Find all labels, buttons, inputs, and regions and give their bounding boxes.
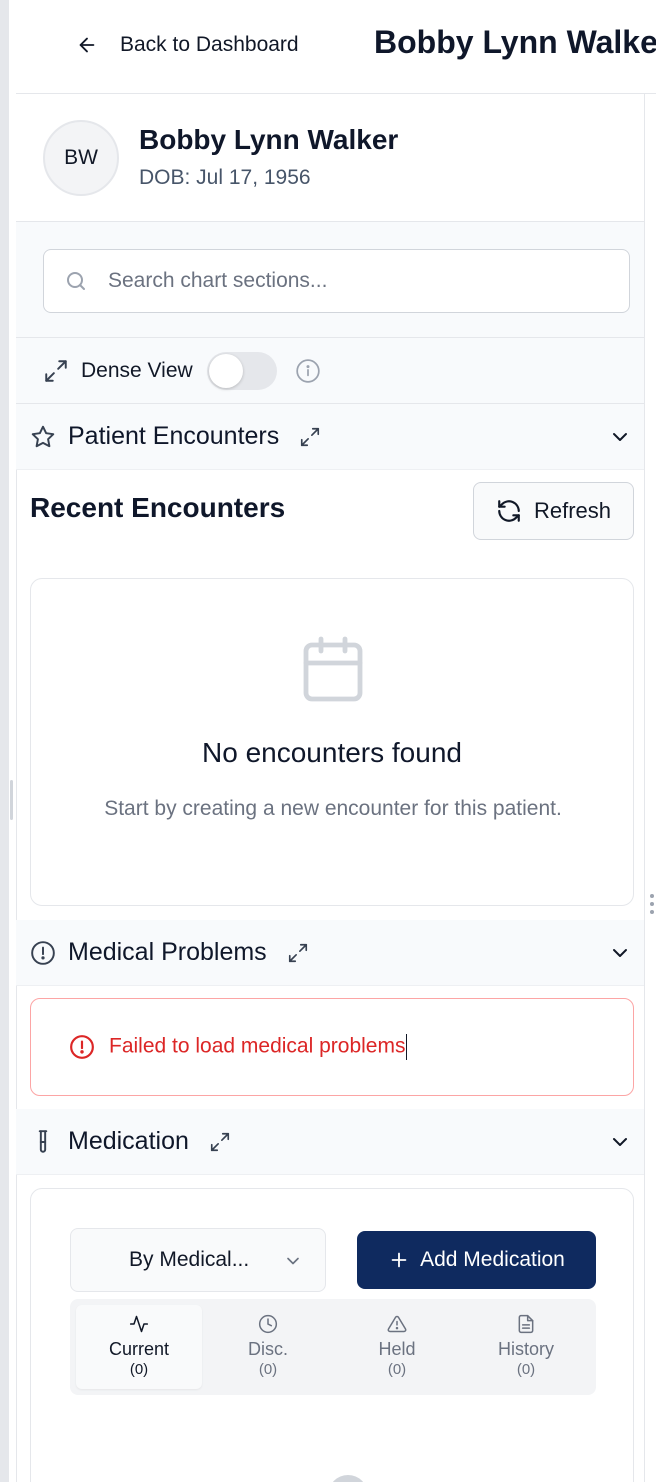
text-cursor [406,1034,408,1060]
refresh-button[interactable]: Refresh [473,482,634,540]
back-label: Back to Dashboard [120,33,299,56]
arrow-left-icon [79,37,95,53]
toggle-knob [208,353,243,388]
tab-count: (0) [516,1361,536,1378]
section-header-medication[interactable]: Medication [16,1109,644,1175]
empty-text: Start by creating a new encounter for th… [104,797,562,820]
search-icon [67,272,85,290]
add-medication-label: Add Medication [420,1248,565,1271]
star-icon [31,425,55,447]
tab-label: Held [378,1339,416,1359]
tab-history[interactable]: History (0) [463,1305,589,1389]
top-bar: Back to Dashboard Bobby Lynn Walker [16,0,656,94]
plus-icon [391,1252,407,1268]
chevron-down-icon [287,1257,299,1265]
alert-circle-icon [31,940,55,965]
expand-icon [45,359,67,382]
section-title: Medication [68,1127,189,1155]
recent-encounters-title: Recent Encounters [30,492,286,523]
error-icon [70,1035,94,1059]
group-by-value: By Medical... [129,1248,250,1271]
tab-count: (0) [129,1361,149,1378]
search-input[interactable] [108,269,588,293]
patient-header: BW Bobby Lynn Walker DOB: Jul 17, 1956 [16,94,644,222]
clock-icon [258,1314,278,1334]
tab-label: Disc. [248,1339,288,1359]
section-title: Medical Problems [68,938,267,966]
document-icon [518,1314,534,1334]
section-header-medical-problems[interactable]: Medical Problems [16,920,644,986]
refresh-icon [498,500,520,522]
add-medication-button[interactable]: Add Medication [357,1231,596,1289]
resize-handle[interactable] [10,780,13,820]
chevron-down-icon[interactable] [608,941,632,965]
avatar: BW [43,120,119,196]
search-box [43,249,630,313]
test-tube-icon [38,1129,48,1153]
tab-held[interactable]: Held (0) [334,1305,460,1389]
patient-name: Bobby Lynn Walker [139,124,399,155]
back-to-dashboard-link[interactable]: Back to Dashboard [76,28,299,62]
scrollbar-track[interactable] [644,94,656,1482]
error-text: Failed to load medical problems [109,1034,406,1058]
dense-view-label: Dense View [81,358,193,382]
error-alert: Failed to load medical problems [30,998,634,1096]
search-area [16,222,644,338]
error-message: Failed to load medical problems [109,1034,408,1060]
activity-icon [129,1315,149,1333]
empty-title: No encounters found [202,737,462,768]
calendar-icon [303,636,363,702]
tab-count: (0) [387,1361,407,1378]
tab-count: (0) [258,1361,278,1378]
drag-handle-icon[interactable] [650,894,654,914]
refresh-label: Refresh [533,498,612,523]
chevron-down-icon[interactable] [608,425,632,449]
tab-label: Current [108,1339,170,1359]
tab-discontinued[interactable]: Disc. (0) [205,1305,331,1389]
page-title: Bobby Lynn Walker [374,24,656,60]
medication-card: By Medical... Add Medication Current (0)… [30,1188,634,1482]
tab-current[interactable]: Current (0) [76,1305,202,1389]
patient-dob: DOB: Jul 17, 1956 [139,166,311,189]
tab-label: History [497,1339,554,1359]
section-header-encounters[interactable]: Patient Encounters [16,404,644,470]
info-icon[interactable] [295,358,321,384]
group-by-select[interactable]: By Medical... [70,1228,326,1292]
left-rail [0,0,9,1482]
empty-encounters-card: No encounters found Start by creating a … [30,578,634,906]
dense-view-row: Dense View [16,338,644,404]
chevron-down-icon[interactable] [608,1130,632,1154]
expand-icon[interactable] [299,426,321,448]
expand-icon[interactable] [287,942,309,964]
dense-view-toggle[interactable] [206,351,277,390]
medication-tabs: Current (0) Disc. (0) Held (0) History (… [70,1299,596,1395]
expand-icon[interactable] [209,1131,231,1153]
loading-spinner [328,1475,368,1482]
section-title: Patient Encounters [68,422,280,450]
warning-icon [387,1315,407,1333]
